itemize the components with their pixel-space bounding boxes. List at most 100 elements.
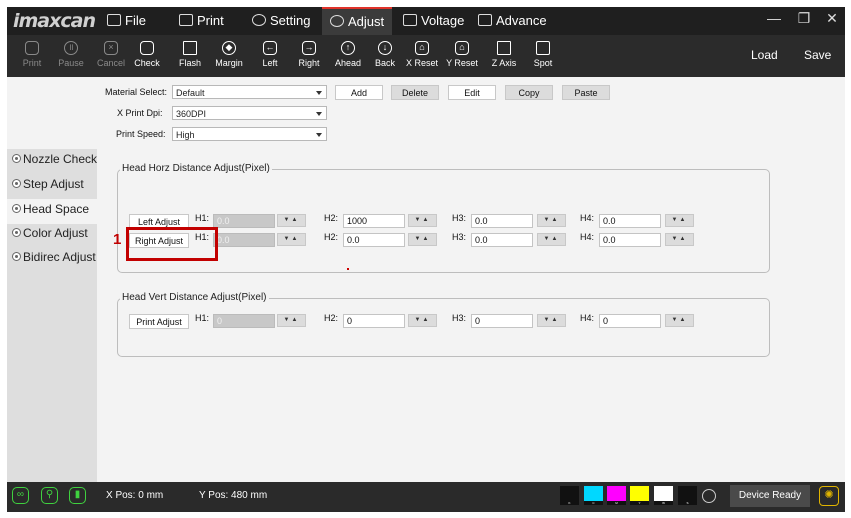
cancel-button[interactable]: × Cancel [91,37,131,77]
back-button[interactable]: ↓ Back [368,37,402,77]
h2-field[interactable]: 1000 [343,214,405,228]
h2-field[interactable]: 0.0 [343,233,405,247]
h4-field[interactable]: 0.0 [599,214,661,228]
edit-button[interactable]: Edit [448,85,496,100]
link-icon[interactable]: ∞ [12,487,29,504]
person-icon[interactable]: ⚲ [41,487,58,504]
speed-label: Print Speed: [116,129,166,139]
ink-label-s: S [678,501,697,505]
material-select[interactable]: Default [172,85,327,99]
h1-stepper[interactable]: ▼▲ [277,233,306,246]
highlight-box [126,227,218,261]
lightbulb-icon[interactable]: ✺ [819,486,839,506]
h3-stepper[interactable]: ▼▲ [537,314,566,327]
close-button[interactable]: ✕ [821,7,843,31]
h2-stepper[interactable]: ▼▲ [408,233,437,246]
tab-voltage[interactable]: Voltage [403,7,464,35]
z-axis-button[interactable]: Z Axis [487,37,521,77]
right-button[interactable]: → Right [293,37,325,77]
h2-field[interactable]: 0 [343,314,405,328]
printer-icon [179,14,193,26]
minimize-button[interactable]: — [763,7,785,31]
sidebar-item-head-space[interactable]: Head Space [12,199,89,219]
h3-stepper[interactable]: ▼▲ [537,233,566,246]
tab-adjust[interactable]: Adjust [322,7,393,35]
radio-icon [12,252,21,261]
sidebar-item-nozzle-check[interactable]: Nozzle Check [12,149,97,169]
h4-label: H4: [580,313,595,323]
ahead-button[interactable]: ↑ Ahead [330,37,366,77]
h2-stepper[interactable]: ▼▲ [408,214,437,227]
h1-field[interactable]: 0.0 [213,233,275,247]
h1-field[interactable]: 0 [213,314,275,328]
h3-field[interactable]: 0 [471,314,533,328]
flash-icon [183,41,197,55]
gear-icon [252,14,266,26]
thermometer-icon[interactable]: ▮ [69,487,86,504]
copy-button[interactable]: Copy [505,85,553,100]
h4-stepper[interactable]: ▼▲ [665,233,694,246]
h4-stepper[interactable]: ▼▲ [665,214,694,227]
x-reset-button[interactable]: ⌂ X Reset [402,37,442,77]
y-reset-button[interactable]: ⌂ Y Reset [442,37,482,77]
dpi-select[interactable]: 360DPI [172,106,327,120]
ink-label-k: K [560,501,579,505]
h1-stepper[interactable]: ▼▲ [277,314,306,327]
print-button[interactable]: Print [15,37,49,77]
h3-stepper[interactable]: ▼▲ [537,214,566,227]
spot-button[interactable]: Spot [526,37,560,77]
h3-field[interactable]: 0.0 [471,214,533,228]
add-button[interactable]: Add [335,85,383,100]
sidebar-item-bidirec-adjust[interactable]: Bidirec Adjust [12,247,96,267]
save-button[interactable]: Save [804,48,831,62]
h3-label: H3: [452,213,467,223]
pause-button[interactable]: ॥ Pause [51,37,91,77]
ink-s [678,486,697,501]
h4-stepper[interactable]: ▼▲ [665,314,694,327]
h4-label: H4: [580,213,595,223]
h4-field[interactable]: 0.0 [599,233,661,247]
h1-field[interactable]: 0.0 [213,214,275,228]
advance-icon [478,14,492,26]
y-position: Y Pos: 480 mm [199,490,268,501]
ink-label-y: Y [630,501,649,505]
tab-advance[interactable]: Advance [478,7,547,35]
z-axis-icon [497,41,511,55]
tab-print[interactable]: Print [179,7,224,35]
home-icon: ⌂ [455,41,469,55]
h3-label: H3: [452,313,467,323]
vert-group-title: Head Vert Distance Adjust(Pixel) [120,292,269,303]
load-button[interactable]: Load [751,48,778,62]
adjust-icon [330,15,344,27]
sidebar-item-color-adjust[interactable]: Color Adjust [12,223,88,243]
x-position: X Pos: 0 mm [106,490,164,501]
arrow-up-icon: ↑ [341,41,355,55]
flash-button[interactable]: Flash [173,37,207,77]
sidebar-item-step-adjust[interactable]: Step Adjust [12,174,84,194]
tab-setting[interactable]: Setting [252,7,310,35]
delete-button[interactable]: Delete [391,85,439,100]
tab-file[interactable]: File [107,7,146,35]
h2-label: H2: [324,313,339,323]
h4-field[interactable]: 0 [599,314,661,328]
app-window: imaxcan File Print Setting Adjust Voltag… [7,7,845,512]
arrow-right-icon: → [302,41,316,55]
left-button[interactable]: ← Left [255,37,285,77]
restore-button[interactable]: ❐ [793,7,815,31]
paste-button[interactable]: Paste [562,85,610,100]
check-button[interactable]: Check [129,37,165,77]
h3-field[interactable]: 0.0 [471,233,533,247]
app-logo: imaxcan [13,10,96,32]
h2-stepper[interactable]: ▼▲ [408,314,437,327]
clean-icon[interactable] [702,489,716,503]
chevron-down-icon [316,133,322,137]
device-status-button[interactable]: Device Ready [730,485,810,507]
print-adjust-button[interactable]: Print Adjust [129,314,189,329]
speed-select[interactable]: High [172,127,327,141]
home-icon: ⌂ [415,41,429,55]
margin-button[interactable]: ◆ Margin [209,37,249,77]
dpi-label: X Print Dpi: [117,108,163,118]
h1-stepper[interactable]: ▼▲ [277,214,306,227]
ink-k [560,486,579,501]
target-icon: ◆ [222,41,236,55]
